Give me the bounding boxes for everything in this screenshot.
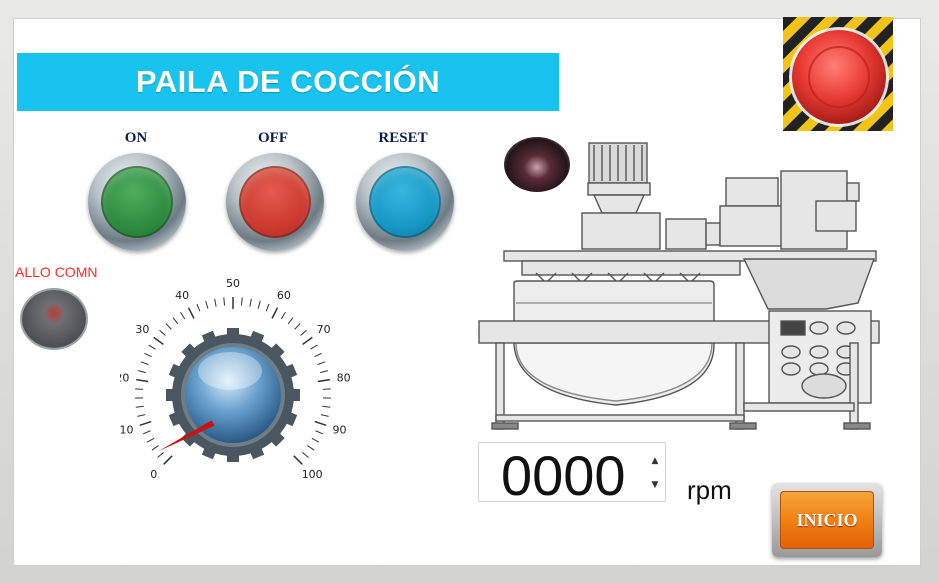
dial-tick <box>315 430 324 435</box>
emergency-stop-button[interactable] <box>783 17 893 131</box>
dial-tick <box>172 317 179 325</box>
dial-tick <box>146 437 155 443</box>
dial-tick <box>144 352 152 358</box>
dial-tick <box>151 445 159 451</box>
speed-dial[interactable]: 0 10 20 30 40 50 60 70 80 90 100 <box>120 265 365 495</box>
dial-tick <box>320 414 329 417</box>
dial-tick <box>302 451 309 458</box>
dial-tick <box>137 414 146 417</box>
dial-label-50: 50 <box>226 277 240 290</box>
dial-tick <box>317 361 326 365</box>
dial-label-70: 70 <box>317 323 331 336</box>
on-button[interactable] <box>88 153 186 251</box>
off-button[interactable] <box>226 153 324 251</box>
dial-tick <box>180 311 186 320</box>
dial-label-40: 40 <box>175 289 189 302</box>
off-button-label: OFF <box>258 130 288 146</box>
dial-tick <box>163 455 173 465</box>
reset-button-cap <box>369 166 441 238</box>
fault-label: ALLO COMN <box>15 264 98 280</box>
dial-tick <box>307 445 315 451</box>
dial-tick <box>157 451 164 458</box>
dial-tick <box>311 437 320 443</box>
dial-tick <box>137 370 146 374</box>
dial-label-100: 100 <box>302 468 323 481</box>
dial-label-60: 60 <box>277 289 291 302</box>
dial-tick <box>165 323 172 330</box>
dial-tick <box>135 405 144 408</box>
dial-tick <box>135 388 144 390</box>
dial-tick <box>196 303 201 312</box>
reset-button[interactable] <box>356 153 454 251</box>
dial-tick <box>140 361 149 365</box>
dial-tick <box>314 420 327 426</box>
dial-tick <box>205 300 209 309</box>
dial-tick <box>249 298 252 307</box>
window-frame: PAILA DE COCCIÓN ON OFF RESET ALLO COMN … <box>0 0 939 583</box>
dial-tick <box>187 307 195 319</box>
dial-tick <box>139 420 152 426</box>
speed-increment-arrow-icon[interactable]: ▲ <box>647 453 663 469</box>
dial-tick <box>271 307 279 319</box>
speed-value: 0000 <box>501 444 626 507</box>
dial-tick <box>148 344 156 350</box>
dial-tick <box>322 388 331 390</box>
dial-tick <box>265 303 270 312</box>
speed-setpoint-input[interactable]: 0000 ▲ ▼ <box>478 442 666 507</box>
dial-tick <box>314 352 322 358</box>
dial-label-0: 0 <box>150 468 157 481</box>
dial-tick <box>153 336 164 346</box>
on-button-cap <box>101 166 173 238</box>
dial-tick <box>214 298 217 307</box>
start-button[interactable]: INICIO <box>772 483 882 557</box>
dial-tick <box>240 297 243 306</box>
dial-tick <box>142 430 151 435</box>
dial-tick <box>159 329 166 336</box>
off-button-cap <box>239 166 311 238</box>
dial-tick <box>287 317 294 325</box>
emergency-stop-cap <box>792 30 886 124</box>
dial-tick <box>310 344 318 350</box>
dial-tick <box>280 311 286 320</box>
cooking-kettle-machine <box>478 142 880 430</box>
fault-lamp <box>22 290 86 348</box>
dial-label-30: 30 <box>135 323 149 336</box>
dial-tick <box>293 455 303 465</box>
dial-label-10: 10 <box>120 424 133 437</box>
dial-tick <box>320 370 329 374</box>
speed-unit-label: rpm <box>687 475 732 505</box>
dial-label-20: 20 <box>120 371 129 384</box>
speed-decrement-arrow-icon[interactable]: ▼ <box>647 477 663 493</box>
dial-tick <box>302 336 313 346</box>
dial-tick <box>223 297 226 306</box>
dial-tick <box>257 300 261 309</box>
dial-tick <box>322 405 331 408</box>
page-title: PAILA DE COCCIÓN <box>17 53 559 111</box>
start-button-label: INICIO <box>780 491 874 549</box>
dial-label-90: 90 <box>333 424 347 437</box>
dial-knob[interactable] <box>166 328 300 462</box>
dial-label-80: 80 <box>337 371 351 384</box>
on-button-label: ON <box>124 130 148 146</box>
dial-tick <box>300 329 307 336</box>
dial-tick <box>294 323 301 330</box>
dial-tick <box>136 378 149 383</box>
reset-button-label: RESET <box>378 130 428 146</box>
dial-tick <box>317 378 330 383</box>
